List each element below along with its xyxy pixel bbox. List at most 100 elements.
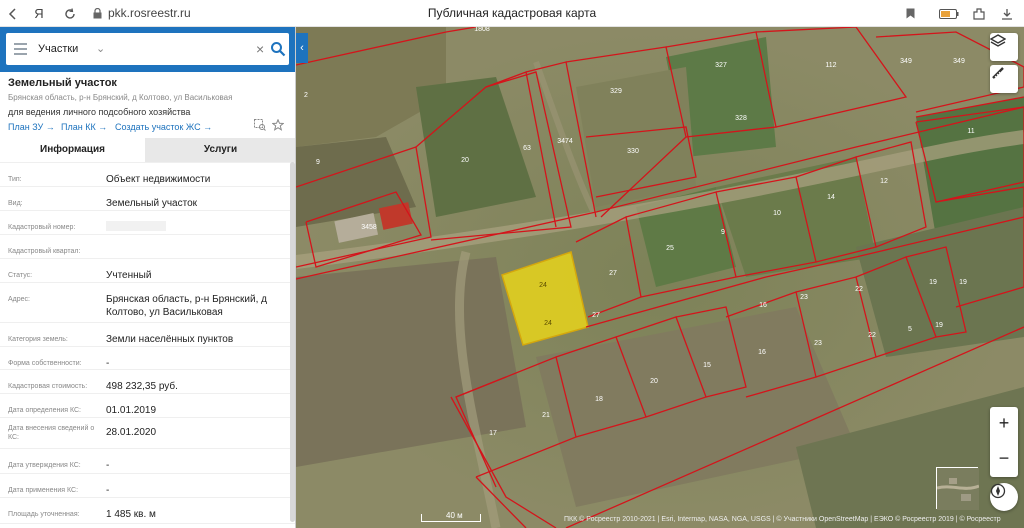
attribute-row: Площадь уточненная: 1 485 кв. м	[0, 497, 295, 523]
attribute-label: Дата внесения сведений о КС:	[8, 425, 95, 441]
redacted-value	[106, 221, 166, 231]
attribute-row: Кадастровая стоимость: 498 232,35 руб.	[0, 369, 295, 393]
parcel-number-label: 330	[627, 148, 639, 155]
parcel-number-label: 63	[523, 145, 531, 152]
attribute-label: Дата применения КС:	[8, 487, 79, 494]
download-icon[interactable]	[1000, 0, 1014, 27]
zoom-control: + −	[990, 407, 1018, 477]
reload-icon[interactable]	[62, 0, 78, 27]
parcel-number-label: 22	[868, 332, 876, 339]
attribute-label: Тип:	[8, 176, 22, 183]
tab-services[interactable]: Услуги	[145, 138, 295, 162]
attribute-label: Статус:	[8, 272, 33, 279]
attribute-label: Дата утверждения КС:	[8, 462, 81, 469]
search-icon[interactable]	[270, 41, 286, 57]
back-icon[interactable]	[4, 0, 22, 27]
parcel-number-label: 329	[610, 88, 622, 95]
scrollbar[interactable]	[290, 162, 295, 522]
search-bar: Участки ⌄ ×	[0, 27, 295, 72]
attribute-value: Учтенный	[106, 270, 152, 281]
attribute-value: Земли населённых пунктов	[106, 334, 234, 345]
attribute-value: 1 485 кв. м	[106, 509, 156, 520]
lock-icon	[91, 0, 103, 27]
attribute-value: Земельный участок	[106, 198, 198, 209]
zoom-in-button[interactable]: +	[990, 407, 1018, 442]
parcel-number-label: 24	[544, 320, 552, 327]
address-bar[interactable]: pkk.rosreestr.ru	[108, 0, 191, 27]
attribute-row: Тип: Объект недвижимости	[0, 162, 295, 186]
parcel-number-label: 21	[542, 412, 550, 419]
parcel-number-label: 3458	[361, 224, 377, 231]
parcel-number-label: 11	[967, 128, 974, 135]
parcel-number-label: 19	[929, 279, 937, 286]
parcel-number-label: 9	[721, 229, 725, 236]
layers-button[interactable]	[990, 33, 1018, 61]
browser-toolbar: Я pkk.rosreestr.ru Публичная кадастровая…	[0, 0, 1024, 27]
parcel-number-label: 17	[489, 430, 497, 437]
create-plot-link[interactable]: Создать участок ЖС →	[115, 122, 212, 132]
search-category[interactable]: Участки	[38, 33, 78, 65]
attribute-row: Форма собственности: -	[0, 346, 295, 369]
attribute-value: Брянская область, р-н Брянский, д Колтов…	[106, 294, 267, 318]
attribute-label: Кадастровый квартал:	[8, 248, 81, 255]
map-canvas[interactable]: 1808327 112349 3492329328119 20633474330121…	[296, 27, 1024, 528]
parcel-number-label: 1808	[474, 27, 490, 33]
attribute-value: 28.01.2020	[106, 427, 157, 438]
parcel-number-label: 25	[666, 245, 674, 252]
parcel-number-label: 27	[592, 312, 600, 319]
attribute-row: Дата применения КС: -	[0, 473, 295, 497]
parcel-number-label: 10	[773, 210, 781, 217]
zoom-out-button[interactable]: −	[990, 442, 1018, 477]
parcel-number-label: 19	[935, 322, 943, 329]
bookmark-icon[interactable]	[903, 0, 917, 27]
scale-label: 40 м	[446, 511, 463, 520]
clear-icon[interactable]: ×	[256, 33, 264, 65]
attribute-row: Статус: Учтенный	[0, 258, 295, 282]
minimap[interactable]	[936, 467, 979, 510]
parcel-number-label: 327	[715, 62, 727, 69]
chevron-down-icon[interactable]: ⌄	[96, 33, 105, 65]
attribute-value: 498 232,35 руб.	[106, 381, 178, 392]
map-attribution: ПКК © Росреестр 2010-2021 | Esri, Interm…	[564, 516, 1001, 523]
parcel-number-label: 15	[703, 362, 711, 369]
menu-icon[interactable]	[14, 43, 27, 55]
measure-button[interactable]	[990, 65, 1018, 93]
plan-kk-link[interactable]: План КК →	[61, 122, 107, 132]
attribute-label: Кадастровый номер:	[8, 224, 76, 231]
favorite-star-icon[interactable]	[271, 118, 285, 134]
attribute-label: Форма собственности:	[8, 360, 82, 367]
attribute-label: Дата определения КС:	[8, 407, 81, 414]
layers-icon	[990, 34, 1006, 47]
extension-icon[interactable]	[972, 0, 986, 27]
object-title: Земельный участок	[8, 77, 117, 89]
tab-information[interactable]: Информация	[0, 138, 145, 162]
yandex-icon[interactable]: Я	[32, 0, 46, 27]
search-box[interactable]: Участки ⌄ ×	[6, 33, 289, 65]
parcel-number-label: 20	[461, 157, 469, 164]
tab-bar: Информация Услуги	[0, 138, 295, 162]
attribute-label: Площадь уточненная:	[8, 511, 80, 518]
attribute-row: Кадастровый квартал:	[0, 234, 295, 258]
attribute-label: Вид:	[8, 200, 23, 207]
map-view[interactable]: 1808 327 112 349 349 2 329 328 11 9 20 63 3474 330 12 1…	[296, 27, 1024, 528]
attribute-row: Кадастровый номер:	[0, 210, 295, 234]
collapse-panel-button[interactable]: ‹	[296, 33, 308, 63]
attribute-row: Дата определения КС: 01.01.2019	[0, 393, 295, 417]
battery-icon[interactable]	[938, 0, 960, 27]
plan-zu-link[interactable]: План ЗУ →	[8, 122, 55, 132]
attribute-row: Дата внесения сведений о КС: 28.01.2020	[0, 417, 295, 448]
info-panel: Участки ⌄ × Земельный участок Брянская о…	[0, 27, 296, 528]
parcel-number-label: 24	[539, 282, 547, 289]
parcel-number-label: 14	[827, 194, 835, 201]
parcel-number-label: 22	[855, 286, 863, 293]
attribute-value: Объект недвижимости	[106, 174, 211, 185]
compass-button[interactable]	[990, 483, 1018, 511]
attribute-value: -	[106, 485, 110, 496]
object-purpose: для ведения личного подсобного хозяйства	[8, 107, 191, 117]
parcel-number-label: 9	[316, 159, 320, 166]
attribute-row: Вид: Земельный участок	[0, 186, 295, 210]
select-area-icon[interactable]	[254, 119, 266, 134]
compass-icon	[990, 483, 1006, 499]
attribute-row: Адрес: Брянская область, р-н Брянский, д …	[0, 282, 295, 322]
parcel-number-label: 112	[825, 62, 836, 69]
